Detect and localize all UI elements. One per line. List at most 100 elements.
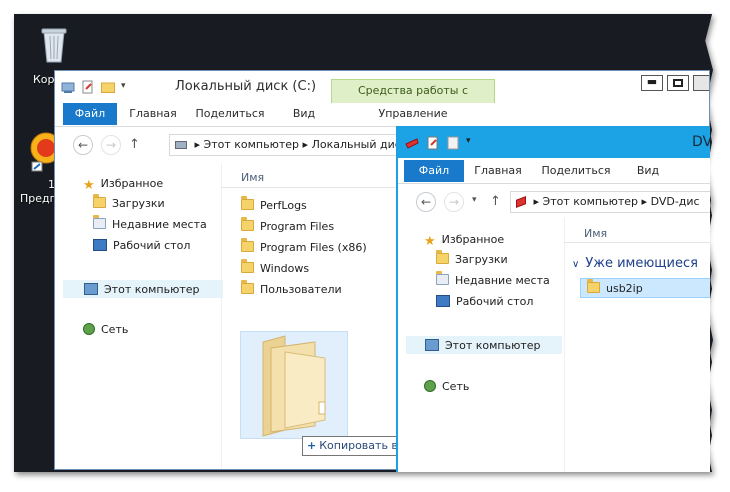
- window-app-icon[interactable]: [61, 80, 75, 97]
- file-item[interactable]: Program Files (x86): [241, 238, 367, 258]
- explorer-window-dvd[interactable]: ▾ DV Файл Главная Поделиться Вид ← → ▾ ↑…: [396, 126, 710, 472]
- dvd-nav-this-pc[interactable]: Этот компьютер: [406, 336, 562, 354]
- file-item-label: Program Files (x86): [260, 241, 367, 254]
- dvd-file-item-label: usb2ip: [606, 282, 643, 295]
- drag-ghost: [240, 331, 348, 439]
- tab-home[interactable]: Главная: [121, 103, 185, 125]
- nav-desktop-label: Рабочий стол: [113, 239, 191, 252]
- dvd-history-dropdown-icon[interactable]: ▾: [472, 195, 477, 205]
- dvd-new-folder-quick-icon[interactable]: [446, 136, 460, 153]
- forward-button[interactable]: →: [101, 135, 121, 155]
- plus-icon: +: [307, 439, 317, 452]
- dvd-column-header-underline: [564, 242, 710, 243]
- dvd-nav-downloads[interactable]: Загрузки: [436, 250, 508, 269]
- star-icon: ★: [424, 234, 436, 249]
- breadcrumb-separator-icon: ▸: [194, 138, 204, 151]
- dvd-nav-network[interactable]: Сеть: [424, 378, 469, 396]
- dvd-nav-downloads-label: Загрузки: [455, 253, 508, 266]
- tab-file[interactable]: Файл: [63, 103, 117, 125]
- recent-places-icon: [436, 271, 449, 285]
- computer-icon: [425, 339, 439, 351]
- tab-view[interactable]: Вид: [275, 103, 333, 125]
- dvd-group-header[interactable]: ∨ Уже имеющиеся: [572, 256, 698, 271]
- dvd-up-button[interactable]: ↑: [490, 194, 501, 209]
- nav-downloads[interactable]: Загрузки: [93, 194, 165, 213]
- dvd-tab-home[interactable]: Главная: [464, 160, 532, 182]
- nav-network[interactable]: Сеть: [83, 321, 128, 339]
- dvd-file-item-selected[interactable]: usb2ip: [580, 278, 710, 298]
- recycle-bin-icon[interactable]: [36, 22, 72, 66]
- downloads-folder-icon: [436, 250, 449, 264]
- dvd-nav-this-pc-label: Этот компьютер: [445, 339, 541, 352]
- breadcrumb-separator-icon: ▸: [302, 138, 312, 151]
- nav-recent[interactable]: Недавние места: [93, 215, 207, 234]
- folder-icon: [241, 238, 254, 252]
- file-item[interactable]: PerfLogs: [241, 196, 307, 216]
- dvd-drive-icon: [516, 196, 526, 208]
- tab-share[interactable]: Поделиться: [191, 103, 269, 125]
- nav-favorites-label: Избранное: [100, 177, 164, 190]
- desktop-icon: [436, 295, 450, 307]
- recycle-bin-label: Кор: [33, 73, 55, 86]
- file-item[interactable]: Windows: [241, 259, 309, 279]
- breadcrumb-separator-icon: ▸: [533, 195, 543, 208]
- large-folder-icon: [262, 335, 326, 437]
- column-header-name[interactable]: Имя: [241, 171, 264, 184]
- dvd-pane-divider: [564, 218, 565, 472]
- dvd-nav-network-label: Сеть: [442, 380, 470, 393]
- star-icon: ★: [83, 178, 95, 193]
- nav-desktop[interactable]: Рабочий стол: [93, 237, 190, 255]
- dvd-nav-favorites[interactable]: ★ Избранное: [424, 231, 504, 249]
- dvd-tab-view[interactable]: Вид: [620, 160, 676, 182]
- window-title: Локальный диск (C:): [175, 79, 317, 94]
- dvd-nav-desktop-label: Рабочий стол: [456, 295, 534, 308]
- app-shortcut-label-2: Предп: [20, 192, 57, 205]
- dvd-back-button[interactable]: ←: [416, 192, 436, 212]
- drive-icon: [175, 141, 187, 149]
- tab-manage[interactable]: Управление: [331, 103, 495, 125]
- title-bar-dvd[interactable]: [398, 128, 710, 158]
- file-item-label: Windows: [260, 262, 310, 275]
- dvd-breadcrumb-this-pc[interactable]: Этот компьютер: [543, 195, 639, 208]
- dvd-forward-button[interactable]: →: [444, 192, 464, 212]
- file-item[interactable]: Пользователи: [241, 280, 342, 300]
- nav-downloads-label: Загрузки: [112, 197, 165, 210]
- dvd-properties-quick-icon[interactable]: [426, 136, 440, 153]
- dvd-window-app-icon[interactable]: [404, 136, 420, 153]
- dvd-nav-recent[interactable]: Недавние места: [436, 271, 550, 290]
- properties-quick-icon[interactable]: [81, 80, 95, 97]
- minimize-button[interactable]: ▬: [641, 75, 663, 91]
- dvd-nav-favorites-label: Избранное: [441, 233, 505, 246]
- file-item-label: Program Files: [260, 220, 335, 233]
- folder-icon: [241, 280, 254, 294]
- quick-access-dropdown-icon[interactable]: ▾: [121, 81, 126, 91]
- chevron-down-icon: ∨: [572, 259, 580, 270]
- nav-favorites[interactable]: ★ Избранное: [83, 175, 163, 193]
- dvd-quick-access-dropdown-icon[interactable]: ▾: [466, 136, 471, 146]
- desktop-icon: [93, 239, 107, 251]
- dvd-group-header-label: Уже имеющиеся: [585, 256, 698, 271]
- file-item-label: PerfLogs: [260, 199, 307, 212]
- new-folder-quick-icon[interactable]: [101, 81, 115, 96]
- dvd-breadcrumb-dvd[interactable]: DVD-дис: [651, 195, 700, 208]
- recent-places-icon: [93, 215, 106, 229]
- up-button[interactable]: ↑: [129, 137, 140, 152]
- breadcrumb-this-pc[interactable]: Этот компьютер: [204, 138, 300, 151]
- dvd-nav-recent-label: Недавние места: [455, 274, 550, 287]
- downloads-folder-icon: [93, 194, 106, 208]
- dvd-address-bar[interactable]: ▸ Этот компьютер ▸ DVD-дис: [510, 191, 710, 213]
- back-button[interactable]: ←: [73, 135, 93, 155]
- nav-this-pc[interactable]: Этот компьютер: [63, 280, 223, 298]
- dvd-nav-desktop[interactable]: Рабочий стол: [436, 293, 533, 311]
- context-tab-disk-tools[interactable]: Средства работы с дисками: [331, 79, 495, 119]
- dvd-window-title: DV: [692, 134, 710, 150]
- nav-network-label: Сеть: [101, 323, 129, 336]
- dvd-column-header-name[interactable]: Имя: [584, 227, 607, 240]
- nav-recent-label: Недавние места: [112, 218, 207, 231]
- dvd-ribbon-tabs: Файл Главная Поделиться Вид: [398, 158, 710, 184]
- dvd-tab-file[interactable]: Файл: [404, 160, 464, 182]
- dvd-tab-share[interactable]: Поделиться: [536, 160, 616, 182]
- close-button[interactable]: [693, 75, 709, 91]
- file-item[interactable]: Program Files: [241, 217, 334, 237]
- maximize-button[interactable]: [667, 75, 689, 91]
